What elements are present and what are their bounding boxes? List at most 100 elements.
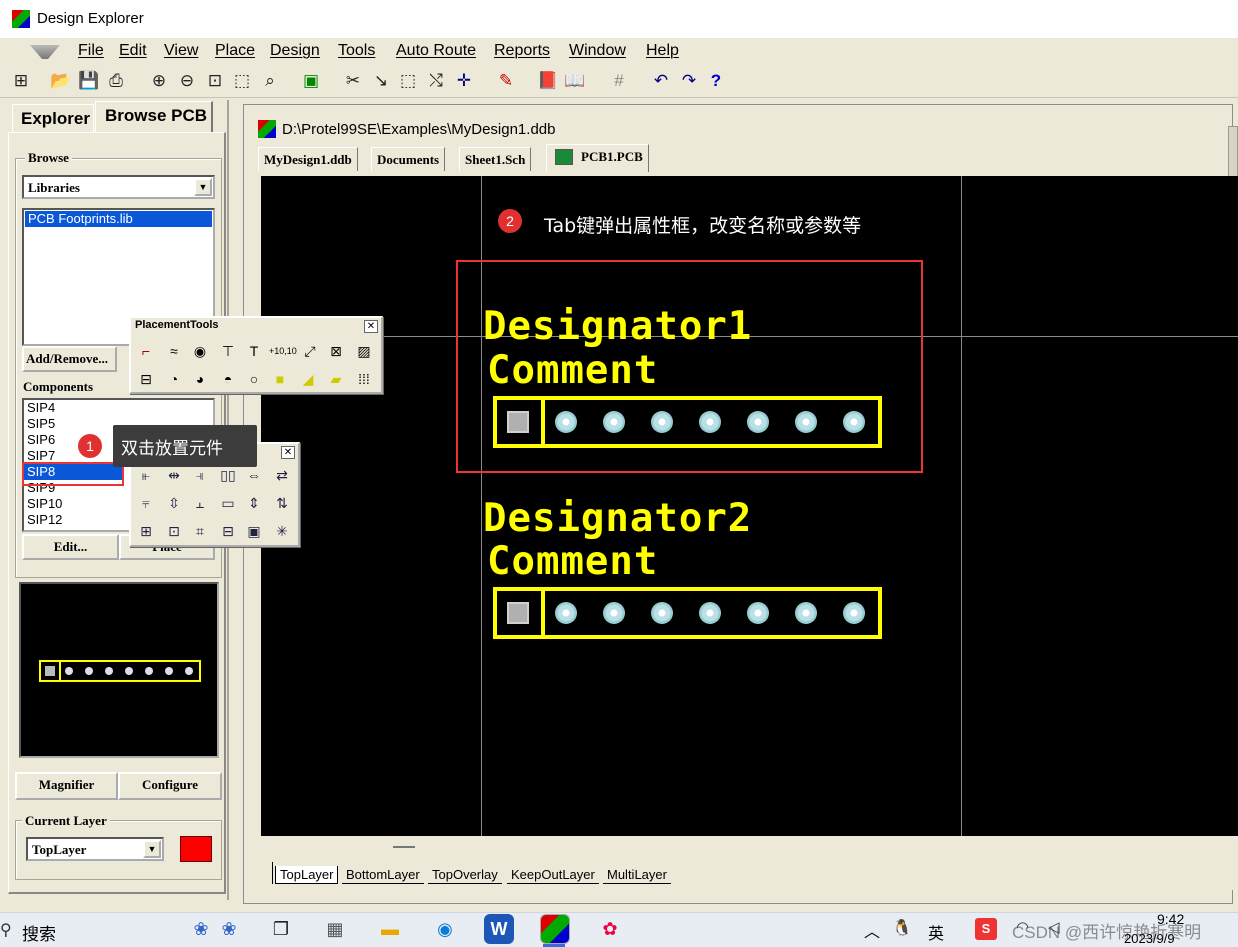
menu-window[interactable]: Window xyxy=(569,42,626,60)
ime-indicator[interactable]: 英 xyxy=(928,920,944,944)
library-item[interactable]: PCB Footprints.lib xyxy=(25,211,212,227)
app-icon-8[interactable]: ✿ xyxy=(595,914,625,944)
paste-icon[interactable]: ↘ xyxy=(370,70,392,92)
pad[interactable] xyxy=(843,602,865,624)
browse-library-icon[interactable]: 📖 xyxy=(564,70,586,92)
split-plane-icon[interactable]: ▰ xyxy=(325,368,347,390)
open-folder-icon[interactable]: 📂 xyxy=(50,70,72,92)
tab-browse-pcb[interactable]: Browse PCB xyxy=(95,101,213,132)
taskbar-search[interactable]: 搜索 xyxy=(22,920,56,945)
align-bottom-icon[interactable]: ⫠ xyxy=(189,492,211,514)
decrease-horizontal-icon[interactable]: ⇄ xyxy=(271,464,293,486)
edit-button[interactable]: Edit... xyxy=(22,534,119,560)
layer-tab-multilayer[interactable]: MultiLayer xyxy=(603,866,671,884)
increase-vertical-icon[interactable]: ⇕ xyxy=(243,492,265,514)
menu-place[interactable]: Place xyxy=(215,42,255,60)
close-icon[interactable]: ✕ xyxy=(281,446,295,459)
help-icon[interactable]: ? xyxy=(705,70,727,92)
align-top-icon[interactable]: ⫧ xyxy=(135,492,157,514)
file-explorer-icon[interactable]: ▬ xyxy=(375,914,405,944)
cut-icon[interactable]: ✂ xyxy=(342,70,364,92)
layer-tab-topoverlay[interactable]: TopOverlay xyxy=(428,866,502,884)
move-to-grid-icon[interactable]: ⊡ xyxy=(163,520,185,542)
arc-any-icon[interactable]: ◓ xyxy=(217,368,239,390)
increase-horizontal-icon[interactable]: ⇔ xyxy=(243,464,265,486)
align-to-grid-icon[interactable]: ⊞ xyxy=(135,520,157,542)
placement-tools-title[interactable]: PlacementTools xyxy=(131,318,381,336)
redo-icon[interactable]: ↷ xyxy=(678,70,700,92)
tab-pcb1[interactable]: PCB1.PCB xyxy=(546,144,649,172)
wand-icon[interactable]: ✎ xyxy=(495,70,517,92)
word-icon[interactable]: W xyxy=(484,914,514,944)
qq-icon[interactable]: 🐧 xyxy=(892,918,912,938)
grid-icon[interactable]: # xyxy=(608,70,630,92)
undo-icon[interactable]: ↶ xyxy=(650,70,672,92)
auto-place-icon[interactable]: ✳ xyxy=(271,520,293,542)
space-vertical-icon[interactable]: ▭ xyxy=(217,492,239,514)
text-icon[interactable]: T xyxy=(243,340,265,362)
circle-icon[interactable]: ○ xyxy=(243,368,265,390)
footprint-outline-2[interactable] xyxy=(493,587,882,639)
layer-tab-keepoutlayer[interactable]: KeepOutLayer xyxy=(507,866,599,884)
center-horizontal-icon[interactable]: ⇹ xyxy=(163,464,185,486)
comment-2[interactable]: Comment xyxy=(487,539,658,584)
zoom-out-icon[interactable]: ⊖ xyxy=(176,70,198,92)
horizontal-scrollbar[interactable] xyxy=(261,836,1238,860)
via-icon[interactable]: ⊤ xyxy=(217,340,239,362)
menu-edit[interactable]: Edit xyxy=(119,42,147,60)
fill-icon[interactable]: ■ xyxy=(269,368,291,390)
task-view-icon[interactable]: ❐ xyxy=(266,914,296,944)
menu-file[interactable]: File xyxy=(78,42,104,60)
chevron-down-icon[interactable]: ▼ xyxy=(143,840,161,858)
chevron-down-icon[interactable]: ▼ xyxy=(194,178,212,196)
calculator-icon[interactable]: ▦ xyxy=(320,914,350,944)
current-layer-select[interactable]: TopLayer ▼ xyxy=(26,837,164,861)
center-vertical-icon[interactable]: ⇳ xyxy=(163,492,185,514)
layer-color-swatch[interactable] xyxy=(180,836,212,862)
track-icon[interactable]: ⌐ xyxy=(135,340,157,362)
select-area-icon[interactable]: ⬚ xyxy=(397,70,419,92)
configure-button[interactable]: Configure xyxy=(118,772,222,800)
align-right-icon[interactable]: ⫣ xyxy=(189,464,211,486)
zoom-area-icon[interactable]: ⬚ xyxy=(231,70,253,92)
polygon-icon[interactable]: ▨ xyxy=(353,340,375,362)
room-icon[interactable]: ⌗ xyxy=(189,520,211,542)
menu-tools[interactable]: Tools xyxy=(338,42,375,60)
menu-auto-route[interactable]: Auto Route xyxy=(396,42,476,60)
arc-center-icon[interactable]: ◔ xyxy=(163,368,185,390)
pcb-canvas[interactable]: Designator1 Comment Designator2 Comment … xyxy=(261,176,1238,836)
component-icon[interactable]: ⊟ xyxy=(135,368,157,390)
tab-mydesign1[interactable]: MyDesign1.ddb xyxy=(258,147,358,171)
menu-help[interactable]: Help xyxy=(646,42,679,60)
dimension-icon[interactable]: ⤢ xyxy=(299,340,321,362)
array-icon[interactable]: ⁞⁞⁞ xyxy=(353,368,375,390)
space-horizontal-icon[interactable]: ▯▯ xyxy=(217,464,239,486)
arc-edge-icon[interactable]: ◕ xyxy=(189,368,211,390)
zoom-fit-icon[interactable]: ⊡ xyxy=(204,70,226,92)
tab-sheet1[interactable]: Sheet1.Sch xyxy=(459,147,532,171)
add-remove-button[interactable]: Add/Remove... xyxy=(22,346,117,372)
pad-icon[interactable]: ◉ xyxy=(189,340,211,362)
chevron-up-icon[interactable]: ︿ xyxy=(864,918,880,942)
widgets-icon[interactable]: ❀ xyxy=(186,914,216,944)
align-left-icon[interactable]: ⫦ xyxy=(135,464,157,486)
polygon-plane-icon[interactable]: ◢ xyxy=(297,368,319,390)
select-room-icon[interactable]: ▣ xyxy=(243,520,265,542)
print-icon[interactable]: ⎙ xyxy=(105,70,127,92)
decrease-vertical-icon[interactable]: ⇅ xyxy=(271,492,293,514)
board-icon[interactable]: ▣ xyxy=(300,70,322,92)
layer-tab-bottomlayer[interactable]: BottomLayer xyxy=(342,866,424,884)
layer-tab-toplayer[interactable]: TopLayer xyxy=(275,866,339,884)
deselect-icon[interactable]: ⤭ xyxy=(425,70,447,92)
pad-square[interactable] xyxy=(507,602,529,624)
sogou-icon[interactable]: S xyxy=(975,918,997,940)
protel-icon[interactable] xyxy=(540,914,570,944)
pad[interactable] xyxy=(747,602,769,624)
line-icon[interactable]: ≈ xyxy=(163,340,185,362)
magnifier-button[interactable]: Magnifier xyxy=(15,772,118,800)
widgets-icon-2[interactable]: ❀ xyxy=(214,914,244,944)
close-icon[interactable]: ✕ xyxy=(364,320,378,333)
list-item[interactable]: SIP4 xyxy=(24,400,213,416)
pad[interactable] xyxy=(795,602,817,624)
placement-tools-window[interactable]: PlacementTools ✕ ⌐ ≈ ◉ ⊤ T +10,10 ⤢ ⊠ ▨ … xyxy=(129,316,383,394)
